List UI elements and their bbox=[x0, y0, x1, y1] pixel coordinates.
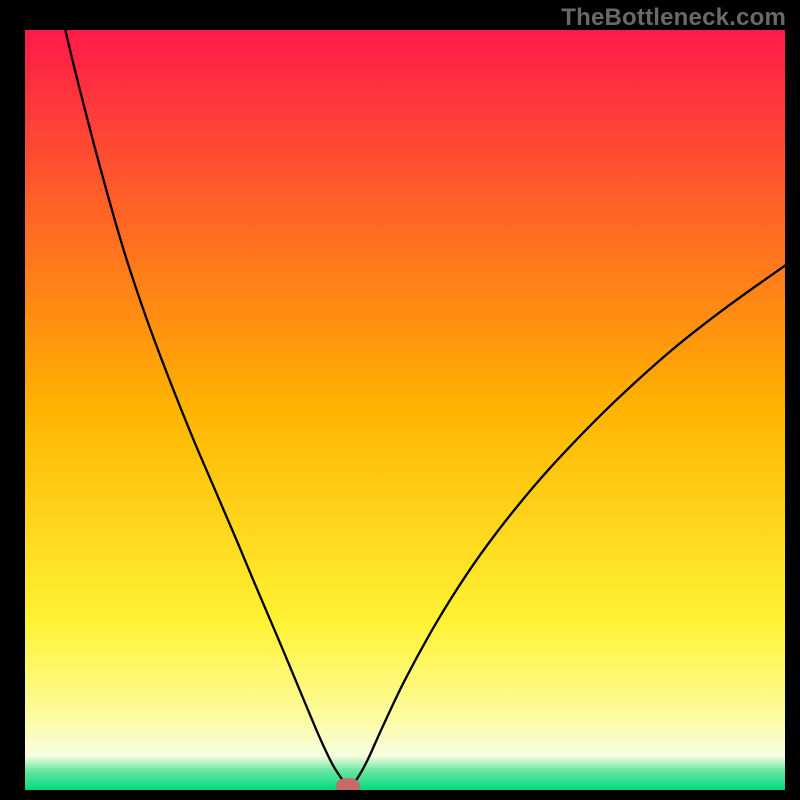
chart-frame: TheBottleneck.com bbox=[0, 0, 800, 800]
chart-plot-area bbox=[25, 30, 785, 790]
watermark-text: TheBottleneck.com bbox=[561, 4, 786, 32]
gradient-background bbox=[25, 30, 785, 790]
chart-svg bbox=[25, 30, 785, 790]
